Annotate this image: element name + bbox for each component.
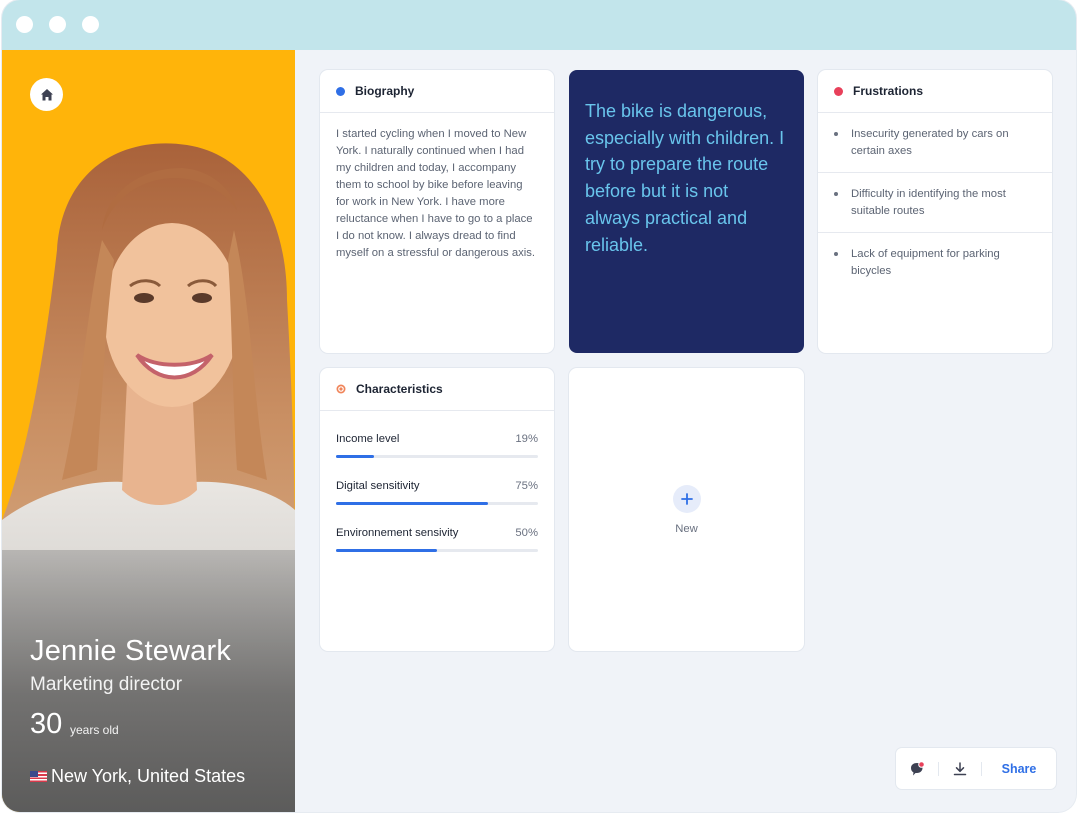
metric-percent: 19% [515,433,538,445]
metric-label: Income level [336,433,400,445]
frustrations-title: Frustrations [853,84,924,98]
metric-label: Digital sensitivity [336,480,420,492]
biography-text: I started cycling when I moved to New Yo… [336,128,536,259]
window-titlebar [2,0,1076,50]
us-flag-icon [30,771,47,782]
metric-fill [336,455,375,458]
frustration-text: Lack of equipment for parking bicycles [851,248,1000,277]
profile-location-text: New York, United States [51,766,246,786]
frustration-item: Insecurity generated by cars on certain … [818,113,1052,173]
profile-panel: Jennie Stewark Marketing director 30 yea… [2,50,295,812]
download-button[interactable] [939,748,981,789]
frustration-item: Difficulty in identifying the most suita… [818,173,1052,233]
frustration-text: Difficulty in identifying the most suita… [851,188,1006,217]
metric-digital: Digital sensitivity 75% [320,462,554,509]
profile-location: New York, United States [30,766,245,787]
home-button[interactable] [30,78,63,111]
characteristics-header: Characteristics [320,368,554,411]
profile-role: Marketing director [30,674,183,695]
metric-label: Environnement sensivity [336,527,459,539]
add-new-button[interactable] [672,484,701,513]
profile-name: Jennie Stewark [30,635,232,667]
home-icon [40,88,53,100]
metric-track [336,502,538,505]
frustration-item: Lack of equipment for parking bicycles [818,233,1052,292]
biography-card[interactable]: Biography I started cycling when I moved… [320,70,554,353]
bullet-icon [834,252,838,256]
frustrations-header: Frustrations [818,70,1052,113]
target-dot-icon [336,384,346,394]
plus-icon [680,492,693,505]
window-control-dot[interactable] [82,16,99,33]
comment-button[interactable] [896,748,938,789]
share-toolbar: Share [896,748,1056,789]
biography-header: Biography [320,70,554,113]
download-icon [953,761,967,775]
metric-track [336,549,538,552]
metric-income: Income level 19% [320,415,554,462]
metric-percent: 50% [515,527,538,539]
frustration-text: Insecurity generated by cars on certain … [851,128,1009,157]
metric-fill [336,502,488,505]
metric-environment: Environnement sensivity 50% [320,509,554,556]
frustrations-dot-icon [834,86,843,96]
frustrations-card[interactable]: Frustrations Insecurity generated by car… [818,70,1052,353]
biography-dot-icon [336,86,345,96]
profile-age: 30 [30,708,63,740]
app-window: Jennie Stewark Marketing director 30 yea… [2,0,1076,812]
characteristics-title: Characteristics [356,382,443,396]
metric-fill [336,549,437,552]
quote-card[interactable]: The bike is dangerous, especially with c… [569,70,804,353]
window-control-dot[interactable] [49,16,66,33]
share-button[interactable]: Share [982,762,1056,776]
bullet-icon [834,132,838,136]
bullet-icon [834,192,838,196]
quote-text: The bike is dangerous, especially with c… [585,101,785,255]
biography-title: Biography [355,84,415,98]
new-card[interactable]: New [569,368,804,651]
comment-icon [911,760,925,775]
new-label: New [675,522,698,535]
profile-age-unit: years old [70,723,119,737]
metric-track [336,455,538,458]
metric-percent: 75% [515,480,538,492]
window-control-dot[interactable] [16,16,33,33]
characteristics-card[interactable]: Characteristics Income level 19% Digital… [320,368,554,651]
